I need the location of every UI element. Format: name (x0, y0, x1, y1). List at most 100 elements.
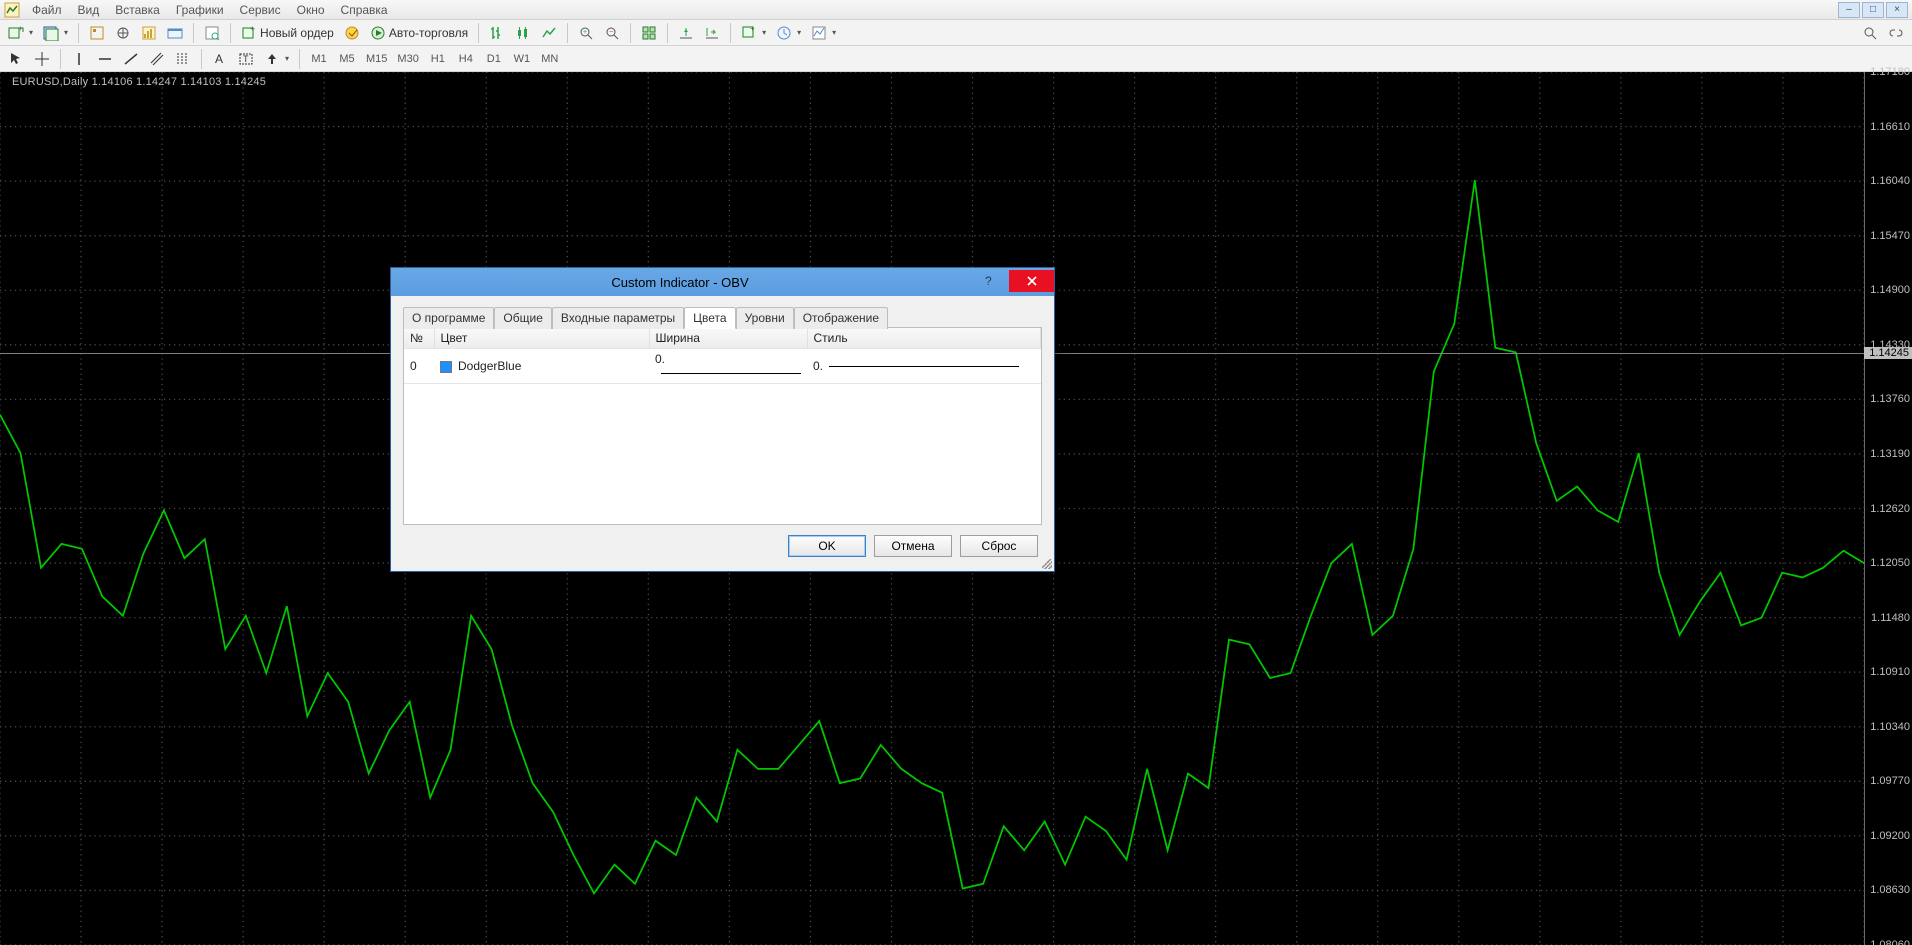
y-axis-label: 1.08060 (1870, 939, 1910, 945)
y-axis-label: 1.16040 (1870, 175, 1910, 187)
new-order-button[interactable]: + Новый ордер (237, 22, 338, 44)
cancel-button[interactable]: Отмена (874, 535, 952, 557)
tab-display[interactable]: Отображение (794, 307, 888, 329)
col-width[interactable]: Ширина (649, 328, 807, 349)
new-chart-button[interactable]: + (4, 22, 37, 44)
menu-file[interactable]: Файл (24, 1, 70, 19)
grid-row[interactable]: 0 DodgerBlue 0. 0. (404, 349, 1041, 384)
menu-view[interactable]: Вид (70, 1, 108, 19)
tf-m5[interactable]: M5 (334, 48, 360, 70)
price-axis: 1.171801.166101.160401.154701.149001.143… (1864, 72, 1912, 945)
app-window: Файл Вид Вставка Графики Сервис Окно Спр… (0, 0, 1912, 945)
indicator-dialog[interactable]: Custom Indicator - OBV ? О программе Общ… (390, 267, 1055, 572)
tab-levels[interactable]: Уровни (736, 307, 794, 329)
y-axis-label: 1.17180 (1870, 66, 1910, 78)
tab-common[interactable]: Общие (494, 307, 551, 329)
dialog-close-button[interactable] (1009, 270, 1054, 292)
link-button[interactable] (1884, 22, 1908, 44)
market-watch-button[interactable] (85, 22, 109, 44)
menu-insert[interactable]: Вставка (107, 1, 168, 19)
ok-button[interactable]: OK (788, 535, 866, 557)
dialog-help-button[interactable]: ? (969, 270, 1009, 292)
cursor-button[interactable] (4, 48, 28, 70)
terminal-button[interactable] (163, 22, 187, 44)
tf-h1[interactable]: H1 (425, 48, 451, 70)
menu-window[interactable]: Окно (289, 1, 333, 19)
resize-grip-icon[interactable] (1042, 559, 1052, 569)
fibo-button[interactable] (171, 48, 195, 70)
symbol-label: EURUSD,Daily 1.14106 1.14247 1.14103 1.1… (12, 76, 266, 88)
tf-m1[interactable]: M1 (306, 48, 332, 70)
app-icon (4, 2, 20, 18)
tf-mn[interactable]: MN (537, 48, 563, 70)
vline-button[interactable] (67, 48, 91, 70)
tf-m30[interactable]: M30 (393, 48, 422, 70)
col-n[interactable]: № (404, 328, 434, 349)
hline-button[interactable] (93, 48, 117, 70)
menubar: Файл Вид Вставка Графики Сервис Окно Спр… (0, 0, 1912, 20)
profiles-button[interactable] (39, 22, 72, 44)
cell-n: 0 (404, 349, 434, 384)
close-button[interactable]: × (1886, 2, 1908, 18)
candle-chart-button[interactable] (511, 22, 535, 44)
dialog-titlebar[interactable]: Custom Indicator - OBV ? (391, 268, 1054, 296)
tile-windows-button[interactable] (637, 22, 661, 44)
new-order-label: Новый ордер (260, 26, 334, 40)
tab-inputs[interactable]: Входные параметры (552, 307, 684, 329)
text-label-button[interactable]: T (234, 48, 258, 70)
metaeditor-button[interactable] (340, 22, 364, 44)
autotrade-button[interactable]: Авто-торговля (366, 22, 472, 44)
tf-h4[interactable]: H4 (453, 48, 479, 70)
tab-about[interactable]: О программе (403, 307, 494, 329)
cell-style[interactable]: 0. (807, 349, 1041, 384)
bar-chart-button[interactable] (485, 22, 509, 44)
style-value: 0. (813, 359, 823, 373)
reset-button[interactable]: Сброс (960, 535, 1038, 557)
dialog-body: О программе Общие Входные параметры Цвет… (391, 296, 1054, 571)
autotrade-label: Авто-торговля (389, 26, 468, 40)
window-controls: – □ × (1838, 2, 1910, 18)
data-window-button[interactable] (137, 22, 161, 44)
line-chart-button[interactable] (537, 22, 561, 44)
col-color[interactable]: Цвет (434, 328, 649, 349)
periods-button[interactable] (772, 22, 805, 44)
strategy-tester-button[interactable] (200, 22, 224, 44)
tf-d1[interactable]: D1 (481, 48, 507, 70)
minimize-button[interactable]: – (1838, 2, 1860, 18)
channel-button[interactable] (145, 48, 169, 70)
svg-text:?: ? (985, 274, 992, 288)
autoscroll-button[interactable] (700, 22, 724, 44)
tab-colors[interactable]: Цвета (684, 307, 735, 329)
shift-chart-button[interactable] (674, 22, 698, 44)
y-axis-label: 1.15470 (1870, 230, 1910, 242)
search-button[interactable] (1858, 22, 1882, 44)
dialog-tabs: О программе Общие Входные параметры Цвет… (403, 306, 1042, 328)
chart-area[interactable]: EURUSD,Daily 1.14106 1.14247 1.14103 1.1… (0, 72, 1912, 945)
templates-button[interactable] (807, 22, 840, 44)
width-value: 0. (655, 352, 665, 366)
col-style[interactable]: Стиль (807, 328, 1041, 349)
menu-help[interactable]: Справка (333, 1, 396, 19)
indicators-button[interactable]: + (737, 22, 770, 44)
y-axis-label: 1.12620 (1870, 503, 1910, 515)
zoom-out-button[interactable]: − (600, 22, 624, 44)
cell-color[interactable]: DodgerBlue (434, 349, 649, 384)
colors-grid[interactable]: № Цвет Ширина Стиль 0 DodgerBlue 0. (404, 328, 1041, 384)
text-button[interactable]: A (208, 48, 232, 70)
svg-text:+: + (750, 25, 755, 33)
menu-charts[interactable]: Графики (168, 1, 232, 19)
arrows-button[interactable] (260, 48, 293, 70)
maximize-button[interactable]: □ (1862, 2, 1884, 18)
trendline-button[interactable] (119, 48, 143, 70)
cell-width[interactable]: 0. (649, 349, 807, 384)
crosshair-button[interactable] (30, 48, 54, 70)
tf-w1[interactable]: W1 (509, 48, 535, 70)
navigator-button[interactable] (111, 22, 135, 44)
y-axis-label: 1.10910 (1870, 666, 1910, 678)
y-axis-label: 1.09200 (1870, 830, 1910, 842)
zoom-in-button[interactable]: + (574, 22, 598, 44)
toolbar-main: + + Новый ордер Авто-торговля + − + (0, 20, 1912, 46)
tf-m15[interactable]: M15 (362, 48, 391, 70)
color-swatch (440, 361, 452, 373)
menu-service[interactable]: Сервис (232, 1, 289, 19)
